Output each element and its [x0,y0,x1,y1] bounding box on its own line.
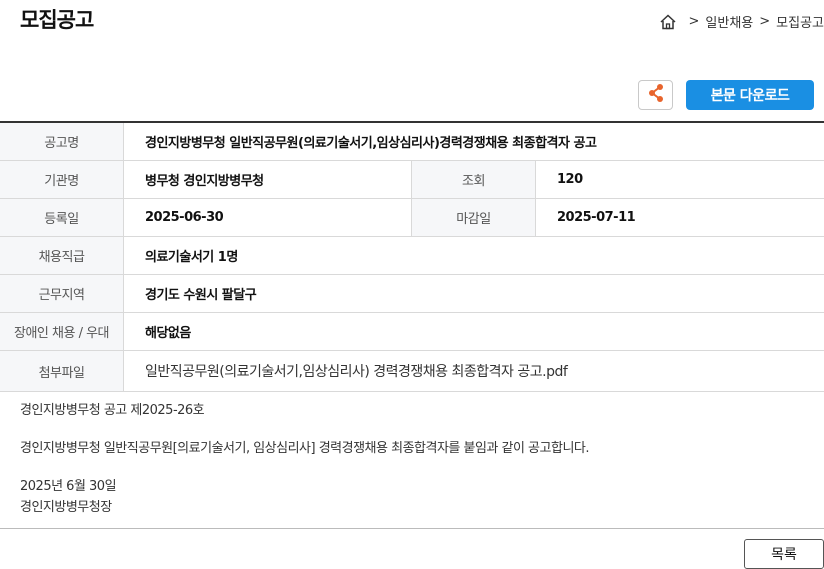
location-label: 근무지역 [0,275,124,312]
title-label: 공고명 [0,123,124,160]
table-row: 근무지역 경기도 수원시 팔달구 [0,275,824,313]
list-button[interactable]: 목록 [744,539,824,569]
table-row: 첨부파일 일반직공무원(의료기술서기,임상심리사) 경력경쟁채용 최종합격자 공… [0,351,824,392]
views-value: 120 [557,172,583,187]
notice-body: 경인지방병무청 공고 제2025-26호 경인지방병무청 일반직공무원[의료기술… [20,400,590,518]
notice-info-table: 공고명 경인지방병무청 일반직공무원(의료기술서기,임상심리사)경력경쟁채용 최… [0,121,824,392]
table-row: 등록일 2025-06-30 마감일 2025-07-11 [0,199,824,237]
notice-content: 경인지방병무청 일반직공무원[의료기술서기, 임상심리사] 경력경쟁채용 최종합… [20,441,590,456]
attachment-link[interactable]: 일반직공무원(의료기술서기,임상심리사) 경력경쟁채용 최종합격자 공고.pdf [124,351,824,391]
grade-label: 채용직급 [0,237,124,274]
grade-value: 의료기술서기 1명 [145,250,238,265]
attachment-label: 첨부파일 [0,351,124,391]
reg-date-label: 등록일 [0,199,124,236]
breadcrumb: > 일반채용 > 모집공고 [659,12,824,31]
notice-date: 2025년 6월 30일 [20,479,117,494]
location-value: 경기도 수원시 팔달구 [145,288,257,303]
agency-value: 병무청 경인지방병무청 [124,161,412,198]
breadcrumb-item-general-recruit[interactable]: 일반채용 [705,12,753,31]
share-button[interactable] [638,80,673,110]
share-icon [647,83,665,107]
home-icon[interactable] [659,13,677,31]
breadcrumb-separator: > [688,14,700,29]
agency-label: 기관명 [0,161,124,198]
disability-label: 장애인 채용 / 우대 [0,313,124,350]
divider [0,528,824,529]
table-row: 기관명 병무청 경인지방병무청 조회 120 [0,161,824,199]
views-label: 조회 [412,161,536,198]
breadcrumb-separator: > [759,14,771,29]
disability-value: 해당없음 [145,326,191,341]
reg-date-value: 2025-06-30 [124,199,412,236]
table-row: 공고명 경인지방병무청 일반직공무원(의료기술서기,임상심리사)경력경쟁채용 최… [0,123,824,161]
notice-issuer: 경인지방병무청장 [20,500,112,515]
table-row: 채용직급 의료기술서기 1명 [0,237,824,275]
page-title: 모집공고 [20,8,94,32]
title-value: 경인지방병무청 일반직공무원(의료기술서기,임상심리사)경력경쟁채용 최종합격자… [145,136,597,151]
notice-number: 경인지방병무청 공고 제2025-26호 [20,403,205,418]
breadcrumb-item-recruit-notice[interactable]: 모집공고 [776,12,824,31]
deadline-value: 2025-07-11 [557,210,636,225]
table-row: 장애인 채용 / 우대 해당없음 [0,313,824,351]
download-body-button[interactable]: 본문 다운로드 [686,80,814,110]
deadline-label: 마감일 [412,199,536,236]
